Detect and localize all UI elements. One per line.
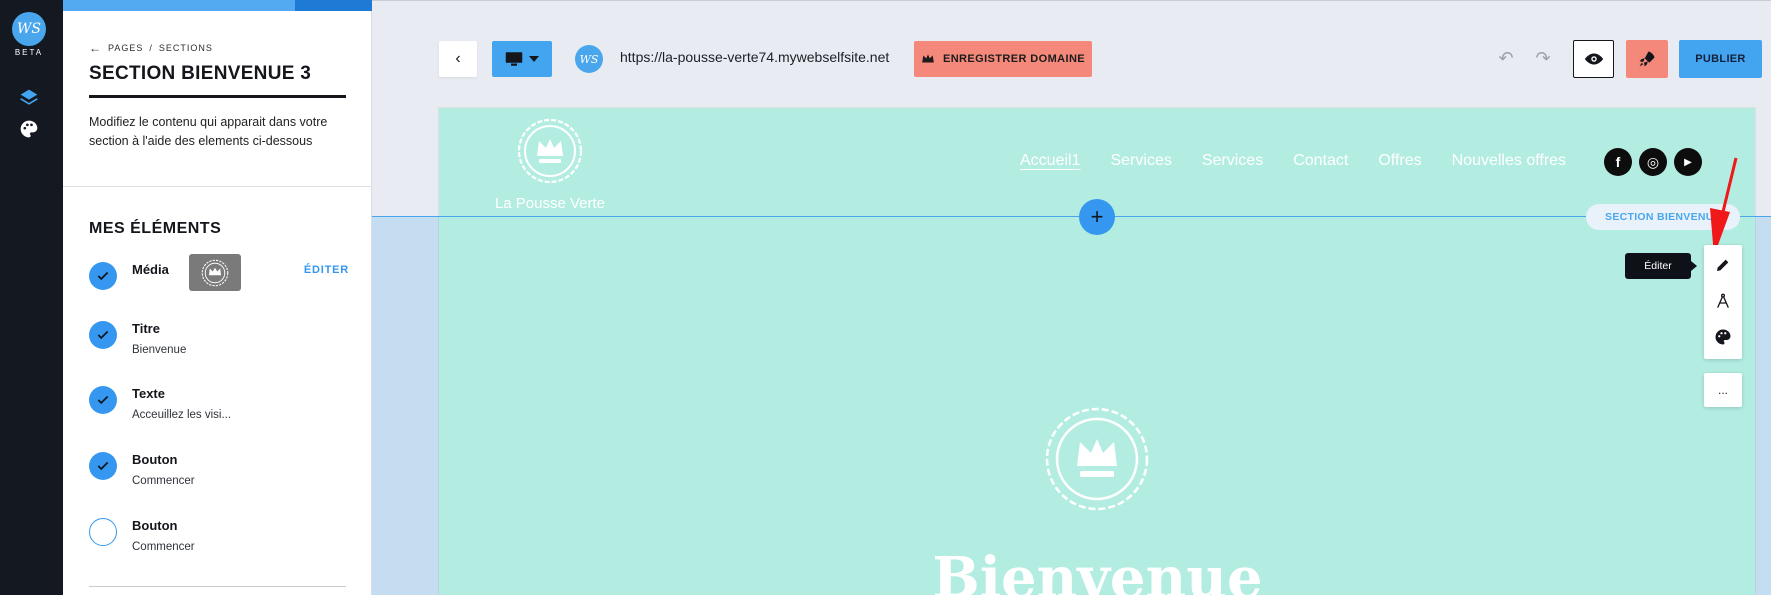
site-logo: WS: [575, 45, 603, 73]
nav-item-services[interactable]: Services: [1110, 152, 1171, 170]
breadcrumb-sections[interactable]: SECTIONS: [159, 43, 213, 53]
element-name: Média: [132, 262, 169, 277]
red-arrow-annotation: [1710, 157, 1738, 256]
register-domain-label: ENREGISTRER DOMAINE: [942, 53, 1086, 65]
breadcrumb-separator: /: [149, 43, 153, 53]
element-value: Commencer: [132, 541, 195, 553]
preview-button[interactable]: [1573, 40, 1614, 78]
register-domain-button[interactable]: ENREGISTRER DOMAINE: [914, 41, 1092, 77]
progress-bar: [63, 0, 372, 11]
palette-icon[interactable]: [17, 117, 41, 141]
element-text[interactable]: Texte Acceuillez les visi...: [89, 386, 349, 426]
nav-item-services-2[interactable]: Services: [1202, 152, 1263, 170]
nav-item-contact[interactable]: Contact: [1293, 152, 1348, 170]
pencil-icon[interactable]: [1704, 247, 1742, 283]
hero-crown-emblem-icon: [1045, 407, 1149, 511]
hero-title[interactable]: Bienvenue: [900, 548, 1295, 595]
crown-icon: [922, 54, 934, 63]
divider: [89, 586, 346, 587]
edit-media-link[interactable]: ÉDITER: [304, 264, 349, 276]
element-name: Bouton: [132, 518, 178, 533]
progress-fill: [63, 0, 295, 11]
compass-icon[interactable]: [1704, 283, 1742, 319]
more-options-button[interactable]: ...: [1704, 373, 1742, 407]
edit-tooltip: Éditer: [1625, 253, 1697, 279]
section-tools: [1704, 245, 1742, 359]
rocket-icon: [1639, 51, 1655, 67]
element-name: Bouton: [132, 452, 178, 467]
check-icon[interactable]: [89, 262, 117, 290]
back-button[interactable]: ‹: [439, 41, 477, 77]
unchecked-circle-icon[interactable]: [89, 518, 117, 546]
panel-description: Modifiez le contenu qui apparait dans vo…: [89, 115, 328, 148]
title-underline: [89, 95, 346, 98]
site-preview: [439, 108, 1755, 595]
breadcrumb-pages[interactable]: PAGES: [108, 43, 143, 53]
app-logo[interactable]: WS: [12, 12, 46, 46]
publish-button[interactable]: PUBLIER: [1679, 40, 1762, 78]
facebook-icon[interactable]: f: [1604, 148, 1632, 176]
site-url[interactable]: https://la-pousse-verte74.mywebselfsite.…: [620, 49, 889, 65]
back-arrow-icon[interactable]: ←: [89, 41, 102, 55]
elements-heading: MES ÉLÉMENTS: [89, 220, 222, 237]
app-rail: WS BETA: [0, 0, 63, 595]
device-selector[interactable]: [492, 41, 552, 77]
check-icon[interactable]: [89, 452, 117, 480]
beta-badge: BETA: [14, 48, 44, 57]
desktop-icon: [505, 52, 523, 66]
nav-item-offres[interactable]: Offres: [1378, 152, 1421, 170]
toolbar-border: [372, 0, 1771, 1]
divider: [63, 186, 372, 187]
palette-icon[interactable]: [1704, 319, 1742, 355]
undo-icon[interactable]: ↶: [1495, 48, 1517, 68]
instagram-icon[interactable]: ◎: [1639, 148, 1667, 176]
nav-item-accueil[interactable]: Accueil1: [1020, 152, 1080, 170]
youtube-icon[interactable]: ▶: [1674, 148, 1702, 176]
site-brand-name: La Pousse Verte: [494, 195, 606, 212]
check-icon[interactable]: [89, 321, 117, 349]
element-value: Bienvenue: [132, 344, 187, 356]
eye-icon: [1584, 53, 1603, 65]
section-boundary-line: [372, 216, 1771, 217]
element-button-1[interactable]: Bouton Commencer: [89, 452, 349, 492]
breadcrumb: ← PAGES / SECTIONS: [89, 41, 213, 55]
check-icon[interactable]: [89, 386, 117, 414]
element-value: Acceuillez les visi...: [132, 409, 232, 421]
element-value: Commencer: [132, 475, 195, 487]
add-section-button[interactable]: +: [1079, 199, 1115, 235]
redo-icon[interactable]: ↷: [1532, 48, 1554, 68]
element-media[interactable]: Média ÉDITER: [89, 254, 349, 302]
element-button-2[interactable]: Bouton Commencer: [89, 518, 349, 558]
social-links: f ◎ ▶: [1604, 148, 1702, 176]
sections-panel: ← PAGES / SECTIONS SECTION BIENVENUE 3 M…: [63, 0, 372, 595]
launch-button[interactable]: [1626, 40, 1668, 78]
site-header-brand[interactable]: La Pousse Verte: [470, 116, 630, 212]
site-nav: Accueil1 Services Services Contact Offre…: [1020, 152, 1566, 170]
media-thumbnail: [189, 254, 241, 291]
element-title[interactable]: Titre Bienvenue: [89, 321, 349, 361]
element-name: Titre: [132, 321, 160, 336]
element-name: Texte: [132, 386, 165, 401]
page-title: SECTION BIENVENUE 3: [89, 63, 312, 84]
layers-icon[interactable]: [17, 86, 41, 110]
nav-item-nouvelles-offres[interactable]: Nouvelles offres: [1452, 152, 1566, 170]
crown-emblem-icon: [517, 118, 583, 184]
chevron-down-icon: [529, 56, 539, 62]
